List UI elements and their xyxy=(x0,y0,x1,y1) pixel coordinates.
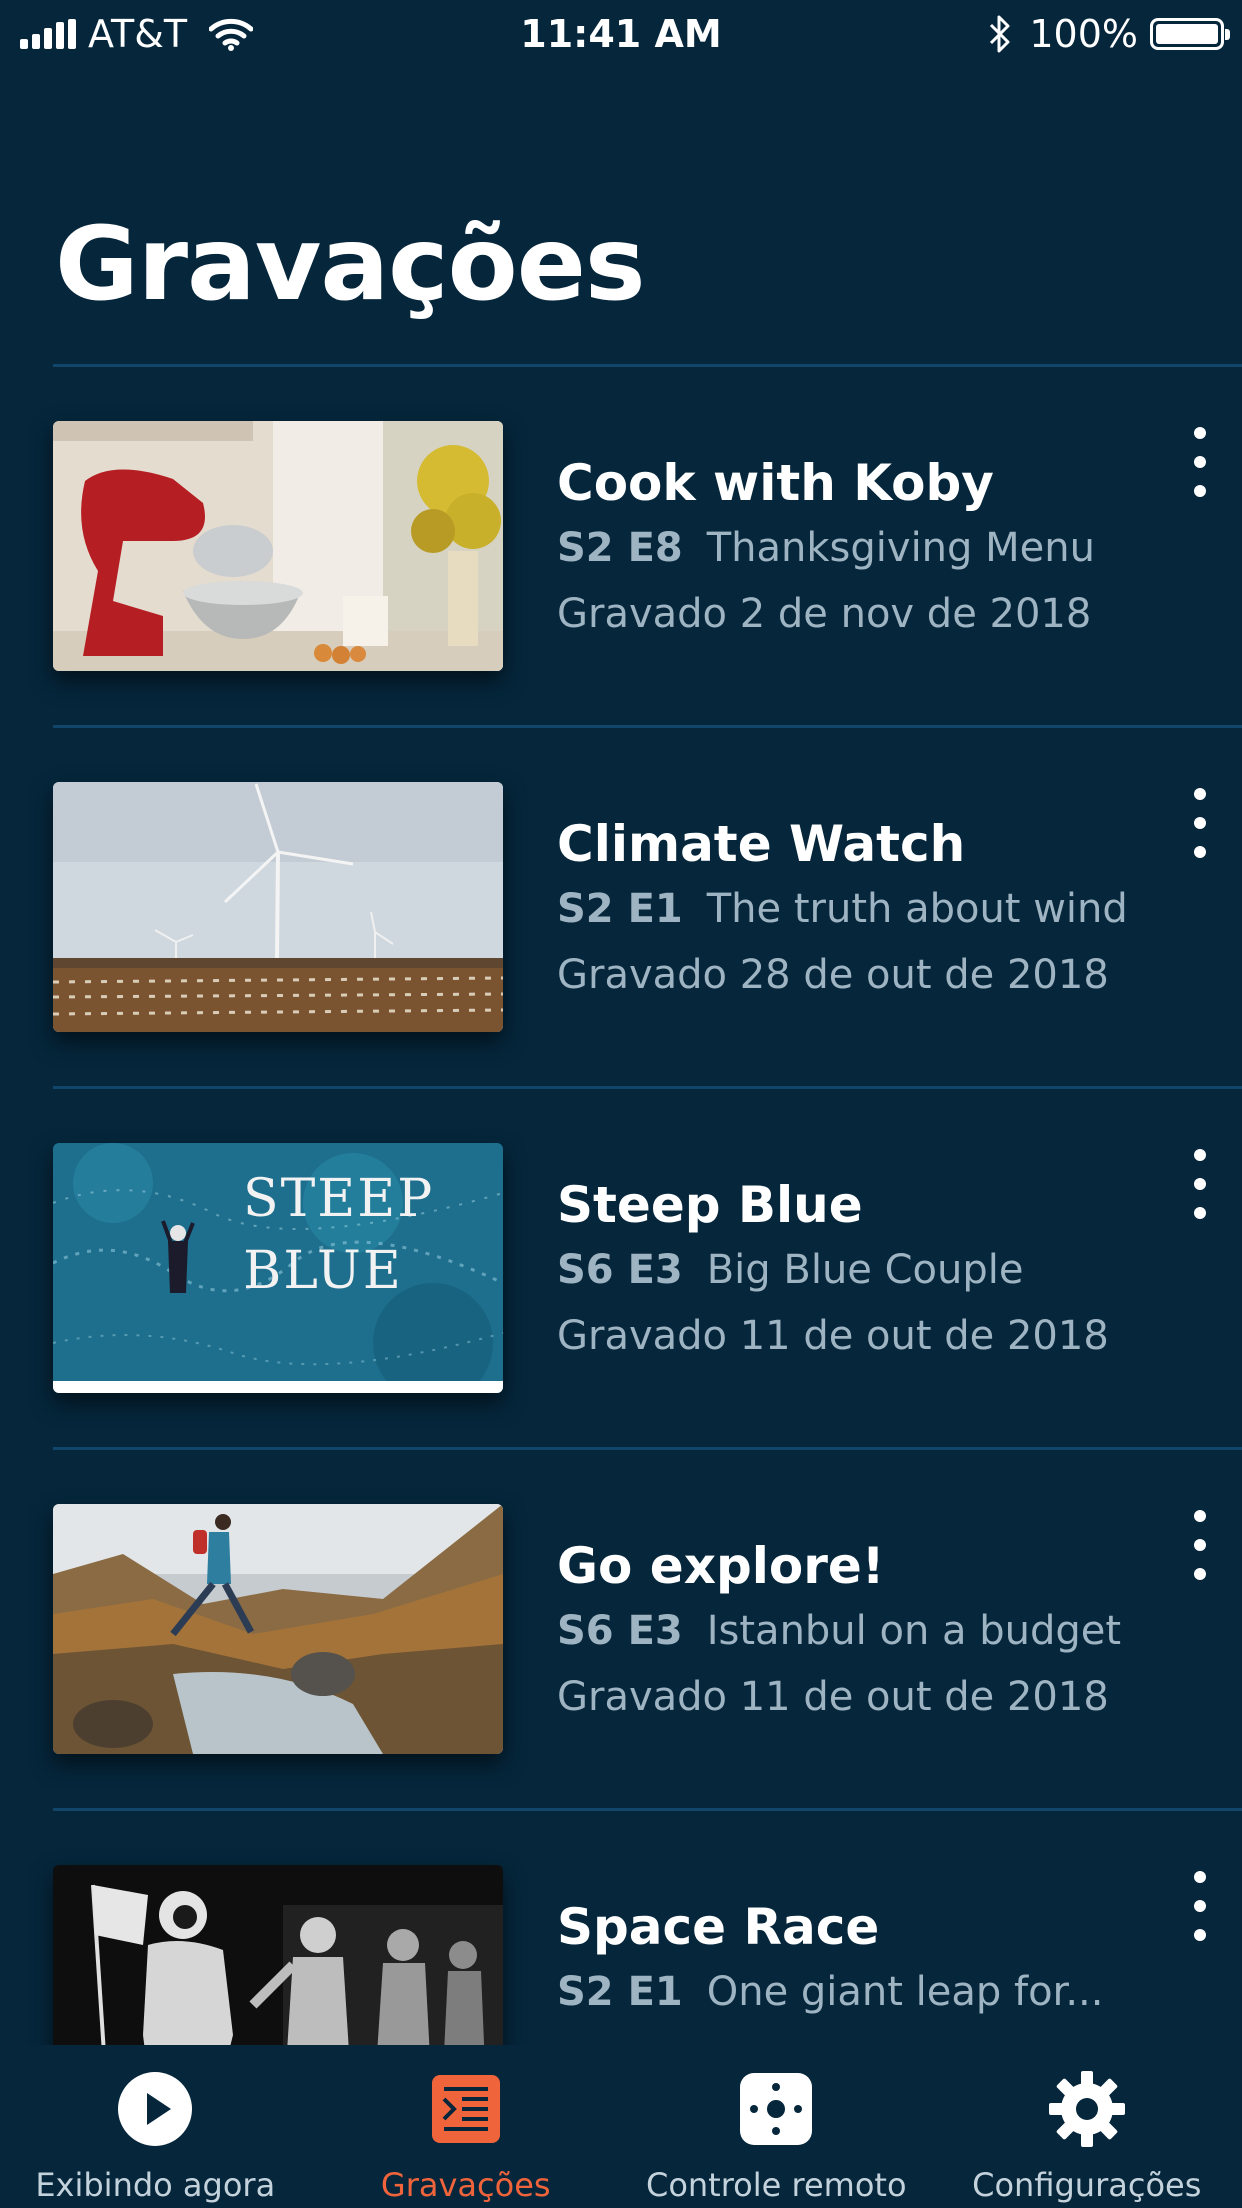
tab-recordings[interactable]: Gravações xyxy=(311,2045,622,2208)
episode-title: The truth about wind xyxy=(706,886,1128,932)
episode-title: Istanbul on a budget xyxy=(706,1608,1122,1654)
recording-row[interactable]: STEEP BLUE Steep Blue S6 E3 Big Blue Coup… xyxy=(0,1089,1242,1450)
episode-info: S6 E3 Big Blue Couple xyxy=(557,1245,1024,1295)
tab-label: Gravações xyxy=(380,2166,551,2204)
more-options-button[interactable] xyxy=(1180,1510,1220,1580)
recording-row[interactable]: Climate Watch S2 E1 The truth about wind … xyxy=(0,728,1242,1089)
remote-icon xyxy=(740,2073,813,2145)
status-bar: AT&T 11:41 AM 100% xyxy=(0,0,1242,66)
more-options-button[interactable] xyxy=(1180,427,1220,497)
recorded-date: Gravado 11 de out de 2018 xyxy=(557,1313,1109,1359)
show-title: Climate Watch xyxy=(557,815,966,873)
recorded-date: Gravado 28 de out de 2018 xyxy=(557,952,1109,998)
recordings-list[interactable]: Cook with Koby S2 E8 Thanksgiving Menu Gr… xyxy=(0,367,1242,2172)
tab-label: Controle remoto xyxy=(645,2166,907,2204)
tab-now-playing[interactable]: Exibindo agora xyxy=(0,2045,311,2208)
tab-label: Exibindo agora xyxy=(35,2166,276,2204)
recorded-date: Gravado 2 de nov de 2018 xyxy=(557,591,1092,637)
recording-thumbnail[interactable] xyxy=(53,421,503,671)
episode-info: S2 E1 The truth about wind xyxy=(557,884,1128,934)
tab-bar: Exibindo agora Gravações Controle remoto xyxy=(0,2045,1242,2208)
episode-title: Thanksgiving Menu xyxy=(706,525,1095,571)
episode-info: S6 E3 Istanbul on a budget xyxy=(557,1606,1121,1656)
more-options-button[interactable] xyxy=(1180,1149,1220,1219)
hiker-mountains-image xyxy=(53,1504,503,1754)
bluetooth-icon xyxy=(990,15,1010,53)
episode-code: S2 E1 xyxy=(557,886,683,932)
battery-percentage: 100% xyxy=(1029,12,1138,56)
show-title: Space Race xyxy=(557,1898,880,1956)
more-options-button[interactable] xyxy=(1180,1871,1220,1941)
show-title: Steep Blue xyxy=(557,1176,863,1234)
episode-title: One giant leap for... xyxy=(706,1969,1104,2015)
battery-level xyxy=(1156,24,1218,44)
tab-remote-control[interactable]: Controle remoto xyxy=(621,2045,932,2208)
recording-row[interactable]: Cook with Koby S2 E8 Thanksgiving Menu Gr… xyxy=(0,367,1242,728)
show-title: Cook with Koby xyxy=(557,454,994,512)
gear-icon xyxy=(1048,2071,1125,2147)
show-title: Go explore! xyxy=(557,1537,885,1595)
mixer-kitchen-image xyxy=(53,421,503,671)
episode-info: S2 E1 One giant leap for... xyxy=(557,1967,1103,2017)
episode-title: Big Blue Couple xyxy=(706,1247,1024,1293)
episode-code: S2 E1 xyxy=(557,1969,683,2015)
wind-turbines-image xyxy=(53,782,503,1032)
recording-thumbnail[interactable] xyxy=(53,1504,503,1754)
episode-code: S2 E8 xyxy=(557,525,683,571)
more-options-button[interactable] xyxy=(1180,788,1220,858)
tab-label: Configurações xyxy=(972,2166,1202,2204)
recording-row[interactable]: Go explore! S6 E3 Istanbul on a budget Gr… xyxy=(0,1450,1242,1811)
battery-icon xyxy=(1150,18,1230,50)
tab-settings[interactable]: Configurações xyxy=(932,2045,1242,2208)
episode-code: S6 E3 xyxy=(557,1247,683,1293)
episode-info: S2 E8 Thanksgiving Menu xyxy=(557,523,1095,573)
episode-code: S6 E3 xyxy=(557,1608,683,1654)
steep-blue-title-art: STEEP BLUE xyxy=(243,1169,435,1301)
recordings-icon xyxy=(431,2075,500,2143)
recorded-date: Gravado 11 de out de 2018 xyxy=(557,1674,1109,1720)
page-title: Gravações xyxy=(55,205,646,324)
recording-thumbnail[interactable] xyxy=(53,782,503,1032)
recording-thumbnail[interactable]: STEEP BLUE xyxy=(53,1143,503,1393)
play-icon xyxy=(118,2072,193,2146)
